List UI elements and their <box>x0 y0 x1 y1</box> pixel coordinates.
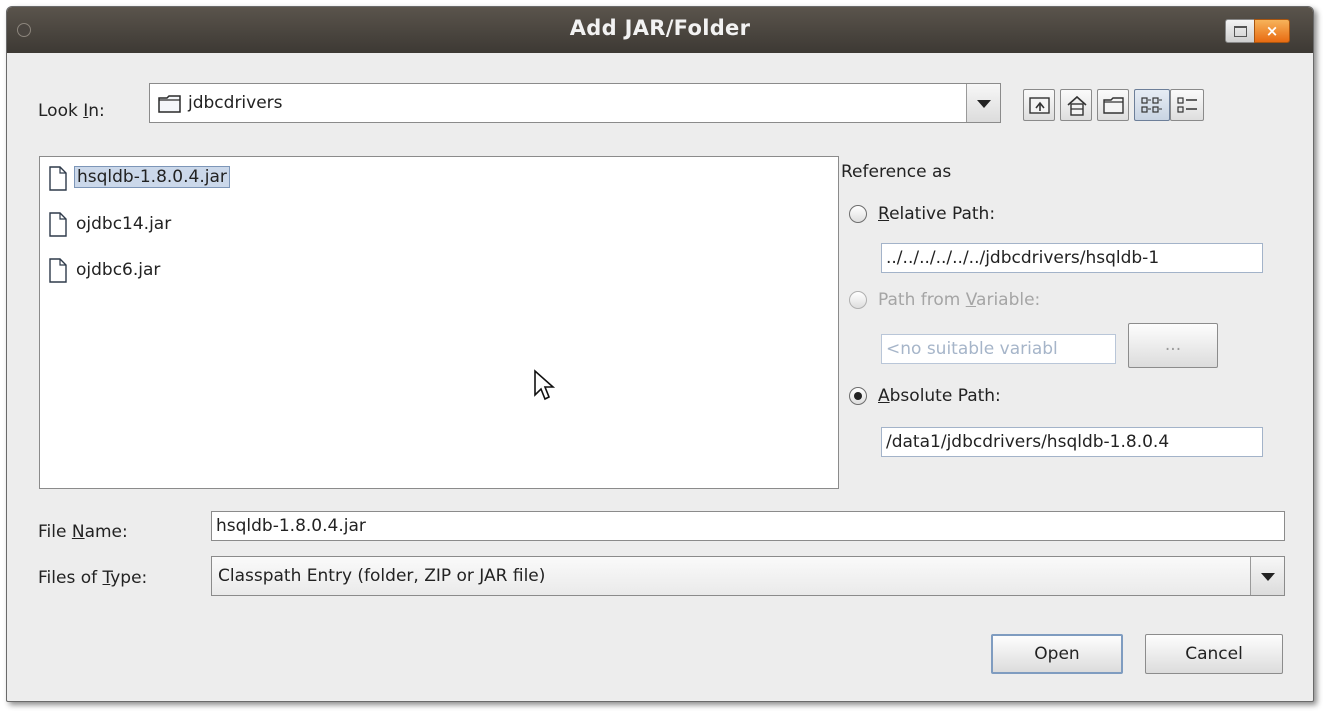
file-name-input[interactable]: hsqldb-1.8.0.4.jar <box>211 511 1285 541</box>
chevron-down-icon <box>977 100 991 108</box>
variable-path-field[interactable]: <no suitable variabl <box>881 334 1116 364</box>
maximize-button[interactable] <box>1225 19 1255 43</box>
path-from-variable-label-pre: Path from <box>878 290 966 310</box>
list-view-icon <box>1141 97 1162 113</box>
look-in-label-post: n: <box>88 101 105 121</box>
file-icon <box>49 258 67 283</box>
path-from-variable-mnemonic: V <box>965 290 977 310</box>
file-name-label: File Name: <box>38 522 128 542</box>
look-in-combo[interactable]: jdbcdrivers <box>149 83 1001 123</box>
dialog-title: Add JAR/Folder <box>569 16 751 40</box>
folder-icon <box>158 95 181 113</box>
relative-path-mnemonic: R <box>878 204 890 224</box>
file-name-label-mnemonic: N <box>71 522 85 542</box>
relative-path-label[interactable]: Relative Path: <box>878 204 995 224</box>
absolute-path-field[interactable]: /data1/jdbcdrivers/hsqldb-1.8.0.4 <box>881 427 1263 457</box>
close-icon: × <box>1265 22 1279 40</box>
up-folder-icon <box>1029 97 1050 114</box>
absolute-path-label[interactable]: Absolute Path: <box>878 386 1001 406</box>
file-name: hsqldb-1.8.0.4.jar <box>74 166 230 188</box>
list-view-button[interactable] <box>1134 89 1170 121</box>
file-name: ojdbc14.jar <box>76 214 172 234</box>
up-one-level-button[interactable] <box>1023 89 1055 121</box>
file-name-label-post: ame: <box>84 522 128 542</box>
home-button[interactable] <box>1060 89 1092 121</box>
files-of-type-dropdown-button[interactable] <box>1250 557 1284 595</box>
absolute-path-mnemonic: A <box>878 386 890 406</box>
look-in-dropdown-button[interactable] <box>966 84 1000 122</box>
close-button[interactable]: × <box>1254 19 1290 43</box>
path-from-variable-label-rest: ariable: <box>976 290 1041 310</box>
absolute-path-radio[interactable] <box>849 387 867 405</box>
look-in-label: Look In: <box>38 101 105 121</box>
file-name: ojdbc6.jar <box>76 260 161 280</box>
open-button[interactable]: Open <box>991 634 1123 674</box>
file-icon <box>49 212 67 237</box>
relative-path-radio[interactable] <box>849 205 867 223</box>
radio-selected-dot <box>854 392 862 400</box>
choose-variable-button[interactable]: ... <box>1128 323 1218 368</box>
path-from-variable-radio[interactable] <box>849 291 867 309</box>
new-folder-icon <box>1103 97 1124 114</box>
file-icon <box>49 166 67 191</box>
new-folder-button[interactable] <box>1097 89 1129 121</box>
path-from-variable-label[interactable]: Path from Variable: <box>878 290 1040 310</box>
chevron-down-icon <box>1261 573 1275 581</box>
add-jar-folder-dialog: Add JAR/Folder × Look In: jdbcdrivers hs… <box>6 6 1314 702</box>
title-bar[interactable]: Add JAR/Folder × <box>7 7 1313 53</box>
details-view-button[interactable] <box>1170 89 1204 121</box>
relative-path-label-rest: elative Path: <box>889 204 996 224</box>
files-of-type-combo[interactable]: Classpath Entry (folder, ZIP or JAR file… <box>211 556 1285 596</box>
files-of-type-label-pre: Files of <box>38 568 103 588</box>
maximize-icon <box>1234 26 1247 37</box>
file-list[interactable]: hsqldb-1.8.0.4.jar ojdbc14.jar ojdbc6.ja… <box>39 156 839 489</box>
file-name-label-pre: File <box>38 522 72 542</box>
look-in-label-pre: Look <box>38 101 84 121</box>
files-of-type-value: Classpath Entry (folder, ZIP or JAR file… <box>218 566 546 586</box>
details-view-icon <box>1177 97 1197 113</box>
files-of-type-label: Files of Type: <box>38 568 147 588</box>
reference-as-heading: Reference as <box>841 162 952 182</box>
files-of-type-label-post: ype: <box>110 568 148 588</box>
relative-path-field[interactable]: ../../../../../../jdbcdrivers/hsqldb-1 <box>881 243 1263 273</box>
cancel-button[interactable]: Cancel <box>1145 634 1283 674</box>
home-icon <box>1067 95 1087 116</box>
absolute-path-label-rest: bsolute Path: <box>889 386 1001 406</box>
mouse-pointer-icon <box>534 369 556 401</box>
look-in-value: jdbcdrivers <box>188 93 283 113</box>
